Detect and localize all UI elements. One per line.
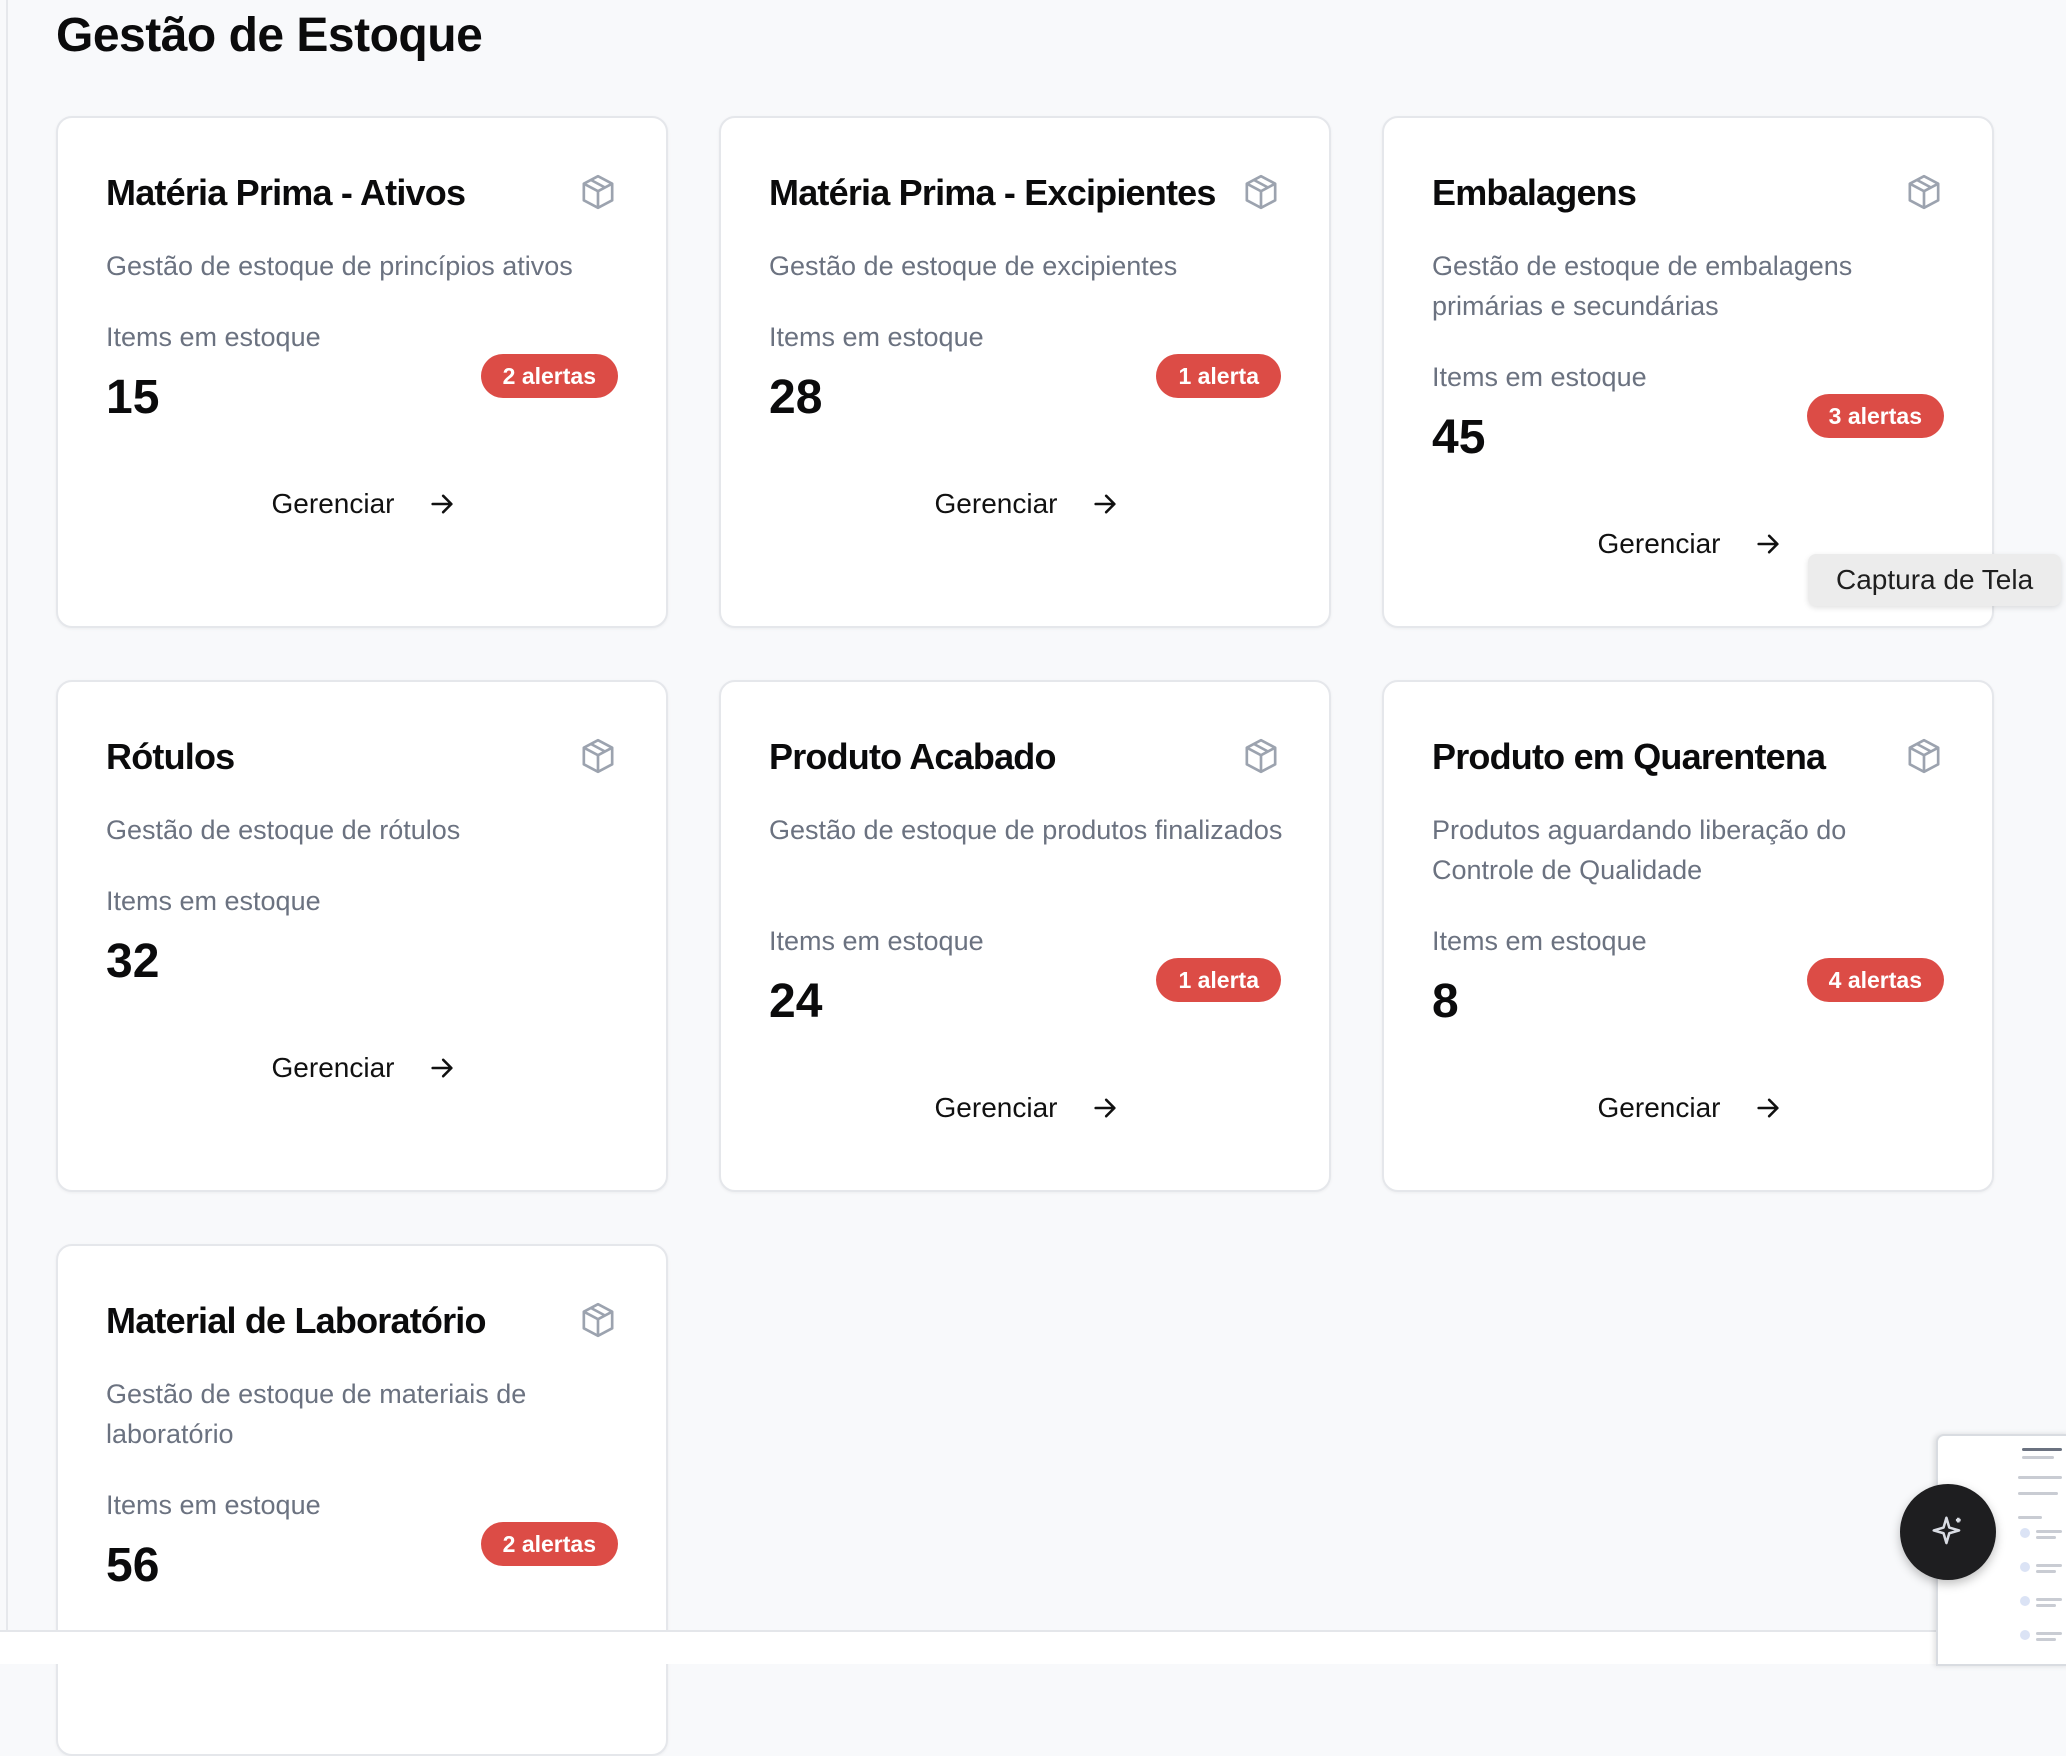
card-produto-acabado: Produto Acabado Gestão de estoque de pro… <box>719 680 1331 1192</box>
stock-value: 8 <box>1432 975 1459 1028</box>
card-title: Embalagens <box>1432 172 1637 213</box>
card-title: Material de Laboratório <box>106 1300 486 1341</box>
manage-button-label: Gerenciar <box>934 1092 1058 1123</box>
package-icon <box>1245 738 1277 774</box>
package-icon <box>1908 738 1940 774</box>
arrow-right-icon <box>1094 1098 1117 1118</box>
alert-badge: 4 alertas <box>1806 958 1944 1002</box>
stock-value: 15 <box>106 371 160 424</box>
ai-assistant-button[interactable] <box>1900 1484 1996 1580</box>
package-icon <box>582 1302 614 1338</box>
arrow-right-icon <box>1094 494 1117 514</box>
stock-label: Items em estoque <box>106 322 321 352</box>
manage-button-label: Gerenciar <box>934 488 1058 519</box>
alert-badge: 2 alertas <box>480 1522 618 1566</box>
card-title: Matéria Prima - Ativos <box>106 172 466 213</box>
card-material-de-laboratorio: Material de Laboratório Gestão de estoqu… <box>56 1244 668 1756</box>
card-rotulos: Rótulos Gestão de estoque de rótulos Ite… <box>56 680 668 1192</box>
manage-button-label: Gerenciar <box>271 1052 395 1083</box>
stock-label: Items em estoque <box>1432 362 1647 392</box>
package-icon <box>1245 174 1277 210</box>
arrow-right-icon <box>431 494 454 514</box>
sparkle-icon <box>1932 1516 1961 1545</box>
alert-badge: 1 alerta <box>1156 958 1281 1002</box>
card-embalagens: Embalagens Gestão de estoque de embalage… <box>1382 116 1994 628</box>
package-icon <box>1908 174 1940 210</box>
stock-value: 24 <box>769 975 823 1028</box>
manage-button-label: Gerenciar <box>1597 528 1721 559</box>
manage-button-label: Gerenciar <box>271 488 395 519</box>
card-description: Gestão de estoque de produtos finalizado… <box>769 815 1283 845</box>
card-title: Matéria Prima - Excipientes <box>769 172 1216 213</box>
manage-button-label: Gerenciar <box>1597 1092 1721 1123</box>
alert-badge: 1 alerta <box>1156 354 1281 398</box>
screenshot-tooltip: Captura de Tela <box>1808 554 2062 606</box>
alert-badge: 2 alertas <box>480 354 618 398</box>
card-title: Produto em Quarentena <box>1432 736 1826 777</box>
page-title: Gestão de Estoque <box>56 9 483 62</box>
card-description: Gestão de estoque de rótulos <box>106 815 461 845</box>
package-icon <box>582 738 614 774</box>
alert-badge: 3 alertas <box>1806 394 1944 438</box>
stock-label: Items em estoque <box>769 926 984 956</box>
left-divider <box>6 0 8 1630</box>
card-materia-prima-excipientes: Matéria Prima - Excipientes Gestão de es… <box>719 116 1331 628</box>
card-title: Produto Acabado <box>769 736 1056 777</box>
card-description: Gestão de estoque de embalagens primária… <box>1432 251 1853 321</box>
manage-button[interactable]: Gerenciar <box>921 1078 1133 1138</box>
stock-label: Items em estoque <box>1432 926 1647 956</box>
card-title: Rótulos <box>106 736 235 777</box>
manage-button[interactable]: Gerenciar <box>258 1038 470 1098</box>
card-description: Gestão de estoque de materiais de labora… <box>106 1379 527 1449</box>
arrow-right-icon <box>431 1058 454 1078</box>
card-description: Produtos aguardando liberação do Control… <box>1432 815 1847 885</box>
arrow-right-icon <box>1757 1098 1780 1118</box>
stock-label: Items em estoque <box>106 1490 321 1520</box>
card-description: Gestão de estoque de princípios ativos <box>106 251 573 281</box>
manage-button[interactable]: Gerenciar <box>1584 514 1796 574</box>
stock-label: Items em estoque <box>769 322 984 352</box>
card-produto-em-quarentena: Produto em Quarentena Produtos aguardand… <box>1382 680 1994 1192</box>
manage-button[interactable]: Gerenciar <box>1584 1078 1796 1138</box>
manage-button[interactable]: Gerenciar <box>258 474 470 534</box>
stock-value: 45 <box>1432 411 1486 464</box>
stock-value: 28 <box>769 371 823 424</box>
stock-value: 32 <box>106 935 160 988</box>
card-materia-prima-ativos: Matéria Prima - Ativos Gestão de estoque… <box>56 116 668 628</box>
stock-value: 56 <box>106 1539 160 1592</box>
stock-label: Items em estoque <box>106 886 321 916</box>
card-description: Gestão de estoque de excipientes <box>769 251 1178 281</box>
bottom-bar <box>0 1630 2066 1664</box>
package-icon <box>582 174 614 210</box>
arrow-right-icon <box>1757 534 1780 554</box>
manage-button[interactable]: Gerenciar <box>921 474 1133 534</box>
